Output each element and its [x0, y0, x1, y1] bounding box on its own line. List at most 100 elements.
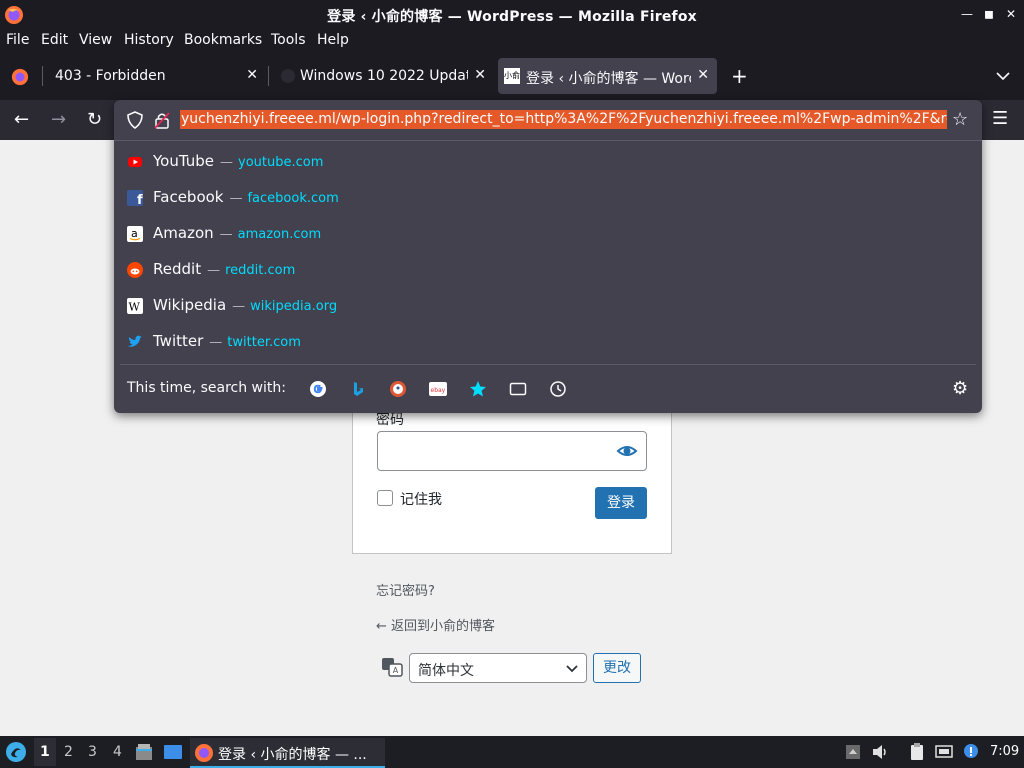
suggestion-url: amazon.com [237, 227, 322, 242]
workspace-3[interactable]: 3 [88, 744, 97, 760]
change-language-button[interactable]: 更改 [593, 653, 641, 683]
suggestion-url: facebook.com [247, 191, 339, 206]
show-password-eye-icon[interactable] [616, 440, 638, 462]
window-title: 登录 ‹ 小俞的博客 — WordPress — Mozilla Firefox [327, 9, 697, 25]
suggestion-url: twitter.com [227, 335, 301, 350]
forward-arrow-icon[interactable]: → [51, 110, 66, 130]
login-button[interactable]: 登录 [595, 487, 647, 519]
suggestion-title: Facebook [153, 188, 224, 206]
svg-text:A: A [393, 666, 399, 675]
taskbar-clock: 7:09 [990, 744, 1020, 759]
duckduckgo-icon[interactable] [389, 380, 407, 398]
facebook-icon: f [127, 190, 143, 206]
search-with-label: This time, search with: [127, 380, 286, 396]
suggestion-twitter[interactable]: Twitter — twitter.com [114, 324, 982, 360]
translation-icon: A [382, 658, 403, 677]
suggestion-title: Reddit [153, 260, 202, 278]
tracking-protection-shield-icon[interactable] [126, 111, 144, 129]
hamburger-menu-icon[interactable]: ☰ [992, 108, 1008, 129]
close-tab-icon[interactable]: ✕ [246, 67, 258, 83]
url-input[interactable]: yuchenzhiyi.freeee.ml/wp-login.php?redir… [180, 110, 947, 129]
window-titlebar: 登录 ‹ 小俞的博客 — WordPress — Mozilla Firefox… [0, 0, 1024, 30]
suggestion-url: youtube.com [238, 155, 324, 170]
tab-windows-10-update[interactable]: Windows 10 2022 Update ✕ [272, 58, 494, 94]
show-desktop-icon[interactable] [163, 742, 183, 762]
tab-403-forbidden[interactable]: 403 - Forbidden ✕ [44, 58, 266, 94]
back-arrow-icon[interactable]: ← [14, 110, 29, 130]
svg-text:ebay: ebay [431, 387, 446, 394]
tab-label: 403 - Forbidden [55, 68, 166, 84]
list-all-tabs-chevron-icon[interactable] [996, 71, 1010, 81]
remember-me-label: 记住我 [400, 492, 442, 508]
suggestion-title: YouTube [153, 152, 214, 170]
start-menu-icon[interactable] [5, 741, 27, 763]
globe-icon [281, 69, 295, 83]
volume-icon[interactable] [870, 742, 890, 762]
remember-me-checkbox[interactable] [377, 490, 393, 506]
reload-icon[interactable]: ↻ [87, 110, 102, 130]
suggestion-wikipedia[interactable]: W Wikipedia — wikipedia.org [114, 288, 982, 324]
svg-text:a: a [131, 227, 138, 240]
firefox-view-icon[interactable] [11, 68, 29, 86]
workspace-1[interactable]: 1 [40, 744, 50, 760]
menu-file[interactable]: File [6, 32, 29, 48]
suggestion-amazon[interactable]: a Amazon — amazon.com [114, 216, 982, 252]
taskbar-item-label: 登录 ‹ 小俞的博客 — ... [218, 747, 367, 763]
tabs-icon[interactable] [509, 380, 527, 398]
suggestion-youtube[interactable]: YouTube — youtube.com [114, 144, 982, 180]
close-icon[interactable]: ✕ [1004, 6, 1018, 22]
svg-text:W: W [129, 301, 141, 314]
menu-edit[interactable]: Edit [41, 32, 68, 48]
lost-password-link[interactable]: 忘记密码? [376, 580, 435, 599]
language-select[interactable]: 简体中文 [409, 653, 587, 683]
history-clock-icon[interactable] [549, 380, 567, 398]
urlbar-dropdown: yuchenzhiyi.freeee.ml/wp-login.php?redir… [114, 100, 982, 413]
menu-tools[interactable]: Tools [271, 32, 306, 48]
close-tab-icon[interactable]: ✕ [474, 67, 486, 83]
tab-strip: 403 - Forbidden ✕ Windows 10 2022 Update… [0, 52, 1024, 100]
bing-icon[interactable] [349, 380, 367, 398]
suggestion-url: reddit.com [225, 263, 296, 278]
suggestion-title: Wikipedia [153, 296, 227, 314]
minimize-icon[interactable]: — [960, 6, 974, 22]
close-tab-icon[interactable]: ✕ [697, 67, 709, 83]
ebay-icon[interactable]: ebay [429, 380, 447, 398]
google-icon[interactable] [309, 380, 327, 398]
maximize-icon[interactable]: ◼ [982, 6, 996, 22]
bookmarks-star-icon[interactable] [469, 380, 487, 398]
menu-view[interactable]: View [79, 32, 112, 48]
amazon-icon: a [127, 226, 143, 242]
workspace-4[interactable]: 4 [113, 744, 122, 760]
wikipedia-icon: W [127, 298, 143, 314]
clipboard-icon[interactable] [907, 742, 927, 762]
chevron-down-icon [566, 665, 578, 673]
password-input[interactable] [377, 431, 647, 471]
notifications-info-icon[interactable] [961, 742, 981, 762]
tab-label: Windows 10 2022 Update [300, 68, 468, 84]
tab-wordpress-login[interactable]: 小俞 登录 ‹ 小俞的博客 — WordPress ✕ [498, 58, 717, 94]
network-icon[interactable] [934, 742, 954, 762]
urlbar[interactable]: yuchenzhiyi.freeee.ml/wp-login.php?redir… [114, 100, 982, 140]
firefox-icon [195, 744, 213, 762]
suggestion-url: wikipedia.org [250, 299, 338, 314]
suggestion-title: Twitter [153, 332, 204, 350]
suggestion-facebook[interactable]: f Facebook — facebook.com [114, 180, 982, 216]
tray-arrow-up-icon[interactable] [843, 742, 863, 762]
suggestion-reddit[interactable]: Reddit — reddit.com [114, 252, 982, 288]
bookmark-star-icon[interactable]: ☆ [952, 109, 968, 130]
menu-bookmarks[interactable]: Bookmarks [184, 32, 262, 48]
search-settings-gear-icon[interactable]: ⚙ [952, 378, 968, 399]
menu-help[interactable]: Help [317, 32, 349, 48]
tab-label: 登录 ‹ 小俞的博客 — WordPress [526, 71, 691, 87]
new-tab-plus-icon[interactable]: + [731, 64, 748, 88]
insecure-lock-icon[interactable] [154, 111, 170, 129]
menu-history[interactable]: History [124, 32, 174, 48]
file-manager-icon[interactable] [134, 742, 154, 762]
svg-text:f: f [137, 193, 143, 206]
suggestion-title: Amazon [153, 224, 214, 242]
taskbar-item-firefox[interactable]: 登录 ‹ 小俞的博客 — ... [190, 738, 385, 768]
back-to-blog-link[interactable]: ← 返回到小俞的博客 [376, 615, 495, 634]
taskbar: 1 2 3 4 登录 ‹ 小俞的博客 — ... 7:09 [0, 736, 1024, 768]
workspace-2[interactable]: 2 [64, 744, 73, 760]
youtube-icon [128, 157, 142, 167]
